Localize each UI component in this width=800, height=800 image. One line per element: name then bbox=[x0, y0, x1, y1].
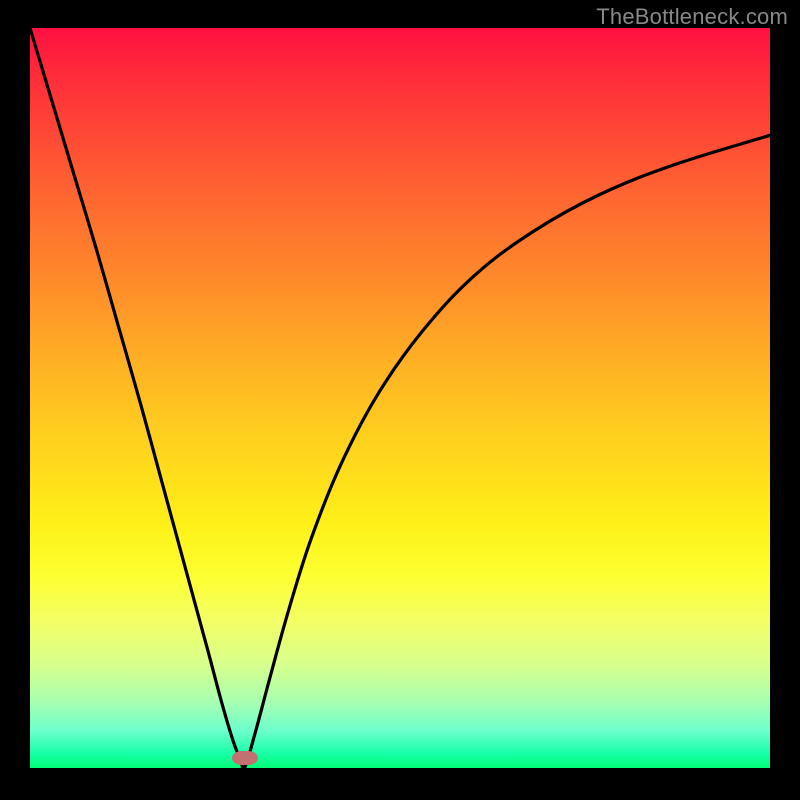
chart-frame: TheBottleneck.com bbox=[0, 0, 800, 800]
plot-area bbox=[30, 28, 770, 768]
optimal-point-marker bbox=[232, 751, 258, 765]
bottleneck-curve bbox=[30, 28, 770, 768]
attribution-text: TheBottleneck.com bbox=[596, 4, 788, 30]
